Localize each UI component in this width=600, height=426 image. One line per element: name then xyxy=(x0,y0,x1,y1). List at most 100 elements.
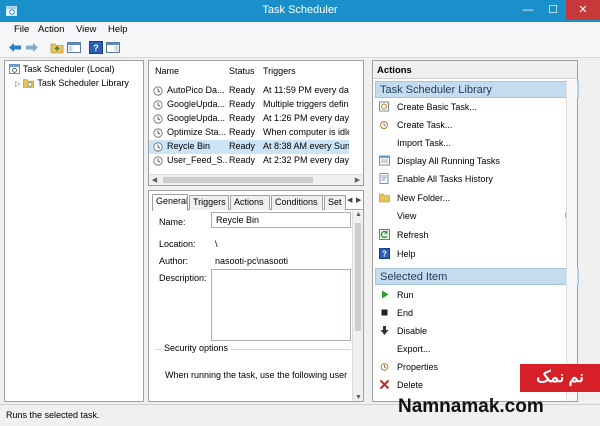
maximize-button[interactable]: ☐ xyxy=(541,0,565,20)
toolbar: ? xyxy=(0,38,600,58)
action-label: Refresh xyxy=(397,230,429,240)
tree-item-task-scheduler-local[interactable]: Task Scheduler (Local) xyxy=(9,64,115,77)
description-field[interactable] xyxy=(211,269,351,341)
section-selected-item[interactable]: Selected Item ▲ xyxy=(375,268,579,285)
author-label: Author: xyxy=(159,256,189,266)
action-create-basic-task[interactable]: Create Basic Task... xyxy=(377,100,573,115)
show-action-pane-icon[interactable] xyxy=(106,41,120,54)
location-label: Location: xyxy=(159,239,196,249)
task-row-selected[interactable]: Reycle Bin Ready At 8:38 AM every Sunday… xyxy=(149,140,349,154)
menu-view[interactable]: View xyxy=(76,24,96,35)
status-text: Runs the selected task. xyxy=(6,410,100,420)
task-scheduler-icon xyxy=(9,64,20,74)
action-refresh[interactable]: Refresh xyxy=(377,228,573,243)
tree-item-task-scheduler-library[interactable]: ▷ Task Scheduler Library xyxy=(15,78,129,91)
tab-conditions[interactable]: Conditions xyxy=(271,195,323,210)
tab-actions[interactable]: Actions xyxy=(230,195,270,210)
security-options-group: Security options When running the task, … xyxy=(155,343,351,399)
action-help[interactable]: ? Help xyxy=(377,247,573,262)
actions-vertical-scrollbar[interactable] xyxy=(566,80,577,401)
detail-vertical-scrollbar[interactable]: ▲ ▼ xyxy=(352,211,363,401)
menu-file[interactable]: File xyxy=(14,24,29,35)
task-row[interactable]: GoogleUpda... Ready Multiple triggers de… xyxy=(149,98,349,112)
task-status: Ready xyxy=(229,85,256,95)
section-task-scheduler-library[interactable]: Task Scheduler Library ▲ xyxy=(375,81,579,98)
help-icon[interactable]: ? xyxy=(89,41,103,54)
task-list-horizontal-scrollbar[interactable]: ◀ ▶ xyxy=(149,174,363,185)
task-row[interactable]: AutoPico Da... Ready At 11:59 PM every d… xyxy=(149,84,349,98)
action-end[interactable]: End xyxy=(377,306,573,321)
action-label: New Folder... xyxy=(397,193,451,203)
action-label: Properties xyxy=(397,362,439,372)
task-list-header: Name Status Triggers xyxy=(149,66,363,80)
console-tree-pane: Task Scheduler (Local) ▷ Task Scheduler … xyxy=(4,60,144,402)
history-icon xyxy=(379,173,389,184)
action-label: Disable xyxy=(397,326,428,336)
action-enable-all-tasks-history[interactable]: Enable All Tasks History xyxy=(377,172,573,187)
task-row[interactable]: User_Feed_S... Ready At 2:32 PM every da… xyxy=(149,154,349,168)
action-new-folder[interactable]: New Folder... xyxy=(377,191,573,206)
action-label: Enable All Tasks History xyxy=(397,174,493,184)
scroll-right-arrow-icon[interactable]: ▶ xyxy=(352,176,363,184)
task-row[interactable]: Optimize Sta... Ready When computer is i… xyxy=(149,126,349,140)
task-trigger: At 2:32 PM every day - Tri xyxy=(263,155,349,165)
end-icon xyxy=(381,309,388,316)
section-heading-label: Selected Item xyxy=(380,271,448,283)
menu-help[interactable]: Help xyxy=(108,24,128,35)
task-status: Ready xyxy=(229,99,256,109)
tab-scroll-left-icon[interactable]: ◀ xyxy=(347,196,352,204)
task-trigger: Multiple triggers defined xyxy=(263,99,349,109)
scroll-down-arrow-icon[interactable]: ▼ xyxy=(353,394,364,401)
close-button[interactable]: ✕ xyxy=(566,0,600,20)
action-label: Run xyxy=(397,290,414,300)
task-trigger: At 1:26 PM every day - Aft xyxy=(263,113,349,123)
name-label: Name: xyxy=(159,217,186,227)
actions-pane: Actions Task Scheduler Library ▲ Create … xyxy=(372,60,579,402)
tree-label-root: Task Scheduler (Local) xyxy=(23,64,115,74)
scrollbar-thumb[interactable] xyxy=(163,177,313,183)
name-field[interactable]: Reycle Bin xyxy=(211,212,351,228)
scroll-left-arrow-icon[interactable]: ◀ xyxy=(149,176,160,184)
action-label: Create Basic Task... xyxy=(397,102,477,112)
expand-arrow-icon[interactable]: ▷ xyxy=(15,81,20,88)
task-clock-icon xyxy=(153,142,163,152)
action-label: Display All Running Tasks xyxy=(397,156,500,166)
column-header-name[interactable]: Name xyxy=(155,66,179,76)
action-disable[interactable]: Disable xyxy=(377,324,573,339)
minimize-button[interactable]: — xyxy=(516,0,540,20)
tab-scroll-right-icon[interactable]: ▶ xyxy=(356,196,361,204)
action-label: Help xyxy=(397,249,416,259)
task-status: Ready xyxy=(229,155,256,165)
tab-settings[interactable]: Set xyxy=(324,195,346,210)
task-name: GoogleUpda... xyxy=(167,113,226,123)
scrollbar-thumb[interactable] xyxy=(355,223,361,331)
menu-bar: File Action View Help xyxy=(0,22,600,38)
column-header-triggers[interactable]: Triggers xyxy=(263,66,296,76)
tab-general[interactable]: General xyxy=(152,194,188,211)
task-name: Optimize Sta... xyxy=(167,127,227,137)
task-status: Ready xyxy=(229,113,256,123)
folder-icon xyxy=(379,193,390,203)
running-tasks-icon xyxy=(379,155,390,166)
folder-up-icon[interactable] xyxy=(50,41,64,54)
create-task-icon xyxy=(380,121,388,129)
tab-triggers[interactable]: Triggers xyxy=(189,195,229,210)
action-label: Delete xyxy=(397,380,424,390)
task-row[interactable]: GoogleUpda... Ready At 1:26 PM every day… xyxy=(149,112,349,126)
action-label: End xyxy=(397,308,414,318)
column-header-status[interactable]: Status xyxy=(229,66,255,76)
action-import-task[interactable]: Import Task... xyxy=(377,136,573,151)
forward-arrow-icon[interactable] xyxy=(25,41,39,54)
detail-tab-strip: General Triggers Actions Conditions Set … xyxy=(152,194,364,211)
back-arrow-icon[interactable] xyxy=(8,41,22,54)
action-display-all-running-tasks[interactable]: Display All Running Tasks xyxy=(377,154,573,169)
show-hide-console-tree-icon[interactable] xyxy=(67,41,81,54)
task-detail-pane: General Triggers Actions Conditions Set … xyxy=(148,190,364,402)
action-run[interactable]: Run xyxy=(377,288,573,303)
menu-action[interactable]: Action xyxy=(38,24,64,35)
task-name: GoogleUpda... xyxy=(167,99,226,109)
action-view[interactable]: View ▶ xyxy=(377,209,573,224)
action-export[interactable]: Export... xyxy=(377,342,573,357)
scroll-up-arrow-icon[interactable]: ▲ xyxy=(353,211,364,218)
action-create-task[interactable]: Create Task... xyxy=(377,118,573,133)
